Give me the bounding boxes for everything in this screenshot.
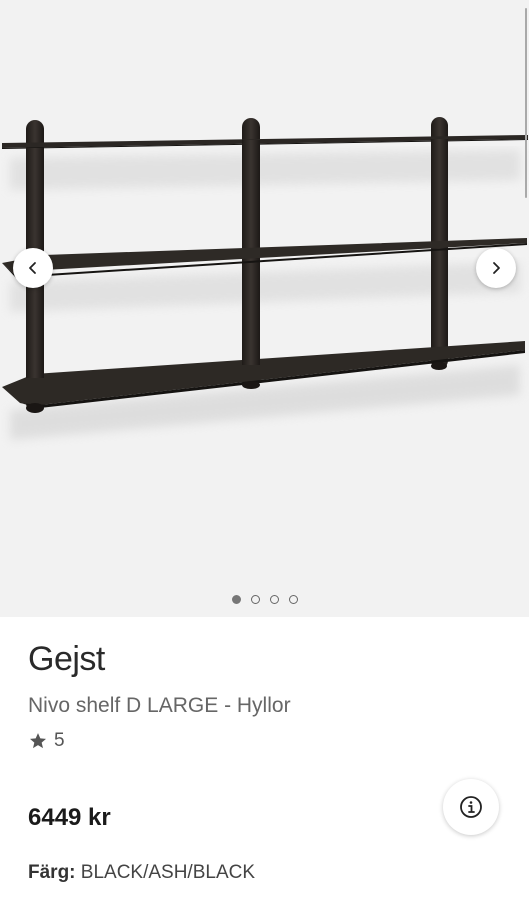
chevron-right-icon	[493, 262, 500, 274]
carousel-dot-4[interactable]	[288, 594, 298, 604]
carousel-dot-2[interactable]	[250, 594, 260, 604]
rating-value: 5	[54, 730, 65, 751]
product-price: 6449 kr	[28, 804, 111, 831]
info-button[interactable]	[443, 779, 499, 835]
scrollbar[interactable]	[525, 8, 527, 198]
brand-name[interactable]: Gejst	[28, 640, 105, 679]
carousel-dot-1[interactable]	[231, 594, 241, 604]
next-image-button[interactable]	[476, 248, 516, 288]
info-icon	[460, 796, 482, 818]
carousel-pagination	[0, 591, 529, 607]
color-value: BLACK/ASH/BLACK	[80, 862, 256, 883]
product-image-gallery[interactable]	[0, 0, 529, 617]
carousel-dot-3[interactable]	[269, 594, 279, 604]
previous-image-button[interactable]	[13, 248, 53, 288]
star-icon	[30, 733, 46, 749]
product-rating[interactable]: 5	[28, 730, 65, 752]
chevron-left-icon	[29, 262, 36, 274]
color-label: Färg:	[28, 862, 76, 883]
product-title: Nivo shelf D LARGE - Hyllor	[28, 694, 291, 717]
product-image	[2, 117, 528, 440]
color-selector[interactable]: Färg: BLACK/ASH/BLACK	[28, 862, 255, 884]
